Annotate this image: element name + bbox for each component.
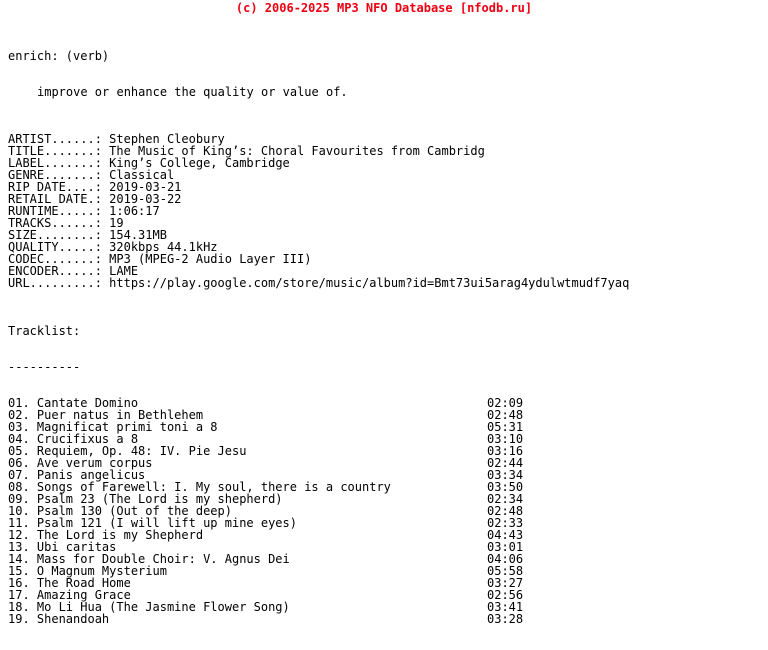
tracklist-section: Tracklist: ---------- 01. Cantate Domino… [0, 301, 768, 649]
metadata-value: https://play.google.com/store/music/albu… [101, 276, 630, 290]
definition-body: improve or enhance the quality or value … [37, 85, 348, 99]
track-duration: 05:58 [487, 564, 524, 578]
track-duration: 04:43 [487, 528, 524, 542]
track-duration: 02:56 [487, 588, 524, 602]
metadata-row: URL.........: https://play.google.com/st… [8, 277, 768, 289]
definition-term: enrich: (verb) [8, 49, 110, 63]
metadata-label: URL.........: [8, 276, 102, 290]
word-of-the-day-block: enrich: (verb) improve or enhance the qu… [0, 26, 768, 122]
spacer-before-tracklist [0, 289, 768, 301]
track-title: 19. Shenandoah [8, 612, 110, 626]
track-row: 12. The Lord is my Shepherd 04:43 [8, 529, 768, 541]
tracklist-rows: 01. Cantate Domino 02:09 02. Puer natus in… [8, 397, 768, 625]
track-duration: 03:27 [487, 576, 524, 590]
track-row: 18. Mo Li Hua (The Jasmine Flower Song) 0… [8, 601, 768, 613]
track-duration: 03:41 [487, 600, 524, 614]
tracklist-heading: Tracklist: [8, 324, 81, 338]
track-duration: 03:28 [487, 612, 524, 626]
release-metadata: ARTIST......: Stephen Cleobury TITLE.....… [0, 133, 768, 289]
track-row: 19. Shenandoah 03:28 [8, 613, 768, 625]
track-duration: 03:01 [487, 540, 524, 554]
spacer-after-header [0, 15, 768, 26]
tracklist-rule: ---------- [8, 360, 81, 374]
nfo-document: (c) 2006-2025 MP3 NFO Database [nfodb.ru… [0, 0, 768, 625]
nfo-database-header: (c) 2006-2025 MP3 NFO Database [nfodb.ru… [235, 1, 533, 15]
track-duration: 04:06 [487, 552, 524, 566]
